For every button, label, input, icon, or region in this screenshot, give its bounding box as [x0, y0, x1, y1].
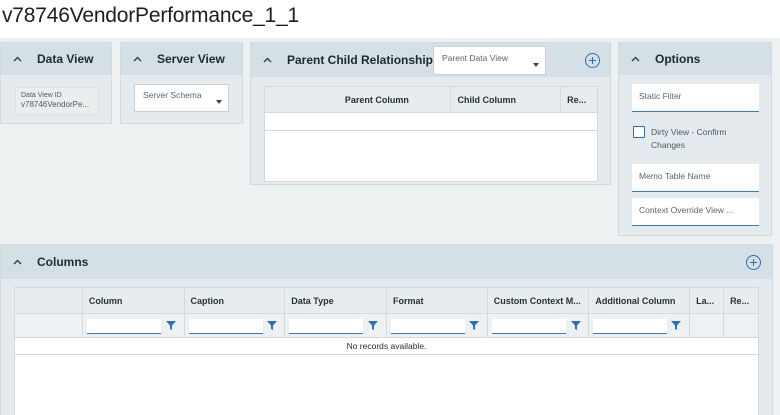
- filter-input-additional-column[interactable]: [593, 319, 668, 334]
- relationships-grid-spacer-row: [265, 113, 597, 131]
- chevron-up-icon[interactable]: [133, 56, 153, 62]
- filter-cell-select: [15, 314, 83, 337]
- add-column-icon[interactable]: [746, 255, 761, 270]
- caret-down-icon: [216, 100, 222, 104]
- column-header-re[interactable]: Re...: [561, 87, 597, 112]
- server-view-title: Server View: [157, 52, 225, 66]
- filter-icon[interactable]: [468, 320, 480, 331]
- server-schema-select[interactable]: Server Schema: [134, 84, 229, 112]
- column-header-re[interactable]: Re...: [724, 288, 758, 313]
- filter-icon[interactable]: [165, 320, 177, 331]
- filter-cell-la: [690, 314, 725, 337]
- chevron-up-icon[interactable]: [631, 56, 651, 62]
- memo-table-name-input[interactable]: Memo Table Name: [632, 164, 759, 192]
- filter-cell-column: [83, 314, 185, 337]
- filter-input-column[interactable]: [86, 319, 161, 334]
- filter-icon[interactable]: [266, 320, 278, 331]
- chevron-up-icon[interactable]: [263, 57, 283, 63]
- page-title: v78746VendorPerformance_1_1: [2, 4, 299, 27]
- columns-filter-row: [15, 314, 758, 338]
- filter-cell-data-type: [285, 314, 387, 337]
- columns-grid: Column Caption Data Type Format Custom C…: [14, 287, 759, 415]
- parent-data-view-value: Parent Data View: [442, 53, 508, 63]
- options-header[interactable]: Options: [619, 43, 771, 75]
- empty-records-row: No records available.: [15, 338, 758, 355]
- options-panel: Options Static Filter Dirty View - Confi…: [618, 42, 772, 236]
- columns-grid-header: Column Caption Data Type Format Custom C…: [15, 288, 758, 314]
- filter-icon[interactable]: [367, 320, 379, 331]
- relationships-panel: Parent Child Relationships Parent Data V…: [250, 42, 611, 185]
- chevron-up-icon[interactable]: [13, 259, 33, 265]
- filter-input-custom-context[interactable]: [491, 319, 566, 334]
- column-header-select[interactable]: [15, 288, 83, 313]
- relationships-title: Parent Child Relationships: [287, 53, 440, 67]
- dirty-view-label: Dirty View - Confirm Changes: [651, 127, 727, 150]
- column-header-parent-column[interactable]: Parent Column: [323, 87, 452, 112]
- static-filter-input[interactable]: Static Filter: [632, 84, 759, 112]
- parent-data-view-select[interactable]: Parent Data View: [433, 46, 546, 75]
- add-relationship-icon[interactable]: [585, 53, 600, 68]
- server-view-panel: Server View Server Schema: [120, 42, 243, 124]
- column-header-format[interactable]: Format: [387, 288, 488, 313]
- data-view-id-label: Data View ID: [21, 92, 62, 99]
- options-title: Options: [655, 52, 701, 66]
- column-header-column[interactable]: Column: [83, 288, 185, 313]
- no-records-text: No records available.: [346, 341, 427, 351]
- data-view-id-field: Data View ID v78746VendorPe...: [15, 87, 99, 115]
- data-view-title: Data View: [37, 52, 94, 66]
- filter-cell-additional-column: [589, 314, 691, 337]
- filter-cell-re: [724, 314, 758, 337]
- data-view-id-value: v78746VendorPe...: [21, 100, 90, 109]
- data-view-header[interactable]: Data View: [1, 43, 111, 75]
- columns-header[interactable]: Columns: [1, 245, 772, 279]
- data-view-panel: Data View Data View ID v78746VendorPe...: [0, 42, 112, 124]
- columns-panel: Columns Column Caption Data Type Format …: [0, 244, 773, 415]
- filter-input-format[interactable]: [390, 319, 465, 334]
- column-header-custom-context[interactable]: Custom Context M...: [488, 288, 590, 313]
- filter-input-data-type[interactable]: [289, 319, 364, 334]
- caret-down-icon: [533, 63, 539, 67]
- server-view-header[interactable]: Server View: [121, 43, 242, 75]
- column-header-additional-column[interactable]: Additional Column: [589, 288, 691, 313]
- relationships-grid-header: Parent Column Child Column Re...: [265, 87, 597, 113]
- filter-cell-caption: [185, 314, 286, 337]
- column-header-data-type[interactable]: Data Type: [285, 288, 387, 313]
- relationships-header[interactable]: Parent Child Relationships: [251, 43, 610, 77]
- server-schema-value: Server Schema: [143, 90, 202, 100]
- dirty-view-checkbox[interactable]: [633, 126, 645, 138]
- column-header-la[interactable]: La...: [690, 288, 725, 313]
- column-header-child-column[interactable]: Child Column: [451, 87, 562, 112]
- filter-icon[interactable]: [570, 320, 582, 331]
- columns-title: Columns: [37, 255, 89, 269]
- filter-input-caption[interactable]: [188, 319, 263, 334]
- context-override-view-input[interactable]: Context Override View ...: [632, 198, 759, 226]
- chevron-up-icon[interactable]: [13, 56, 33, 62]
- relationships-grid: Parent Column Child Column Re...: [264, 86, 598, 182]
- filter-cell-format: [387, 314, 488, 337]
- filter-cell-custom-context: [488, 314, 590, 337]
- column-header-select[interactable]: [265, 87, 323, 112]
- column-header-caption[interactable]: Caption: [185, 288, 286, 313]
- filter-icon[interactable]: [670, 320, 682, 331]
